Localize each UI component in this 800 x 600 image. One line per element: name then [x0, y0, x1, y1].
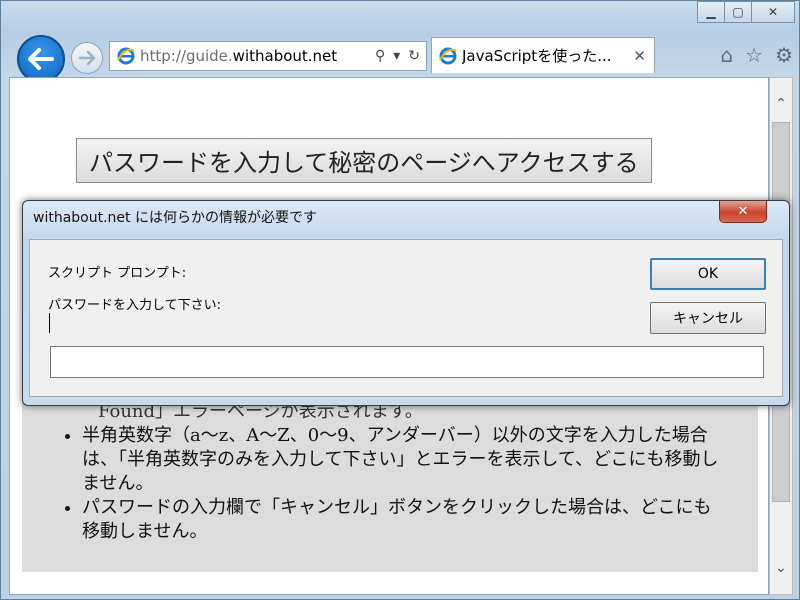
browser-tools: ⌂ ☆ ⚙	[720, 43, 793, 67]
window-close-icon[interactable]: ✕	[751, 1, 795, 23]
dialog-title: withabout.net には何らかの情報が必要です	[33, 210, 317, 226]
ie-logo-icon	[439, 47, 457, 64]
scroll-down-icon[interactable]: ⌄	[770, 554, 792, 582]
list-item: パスワードの入力欄で「キャンセル」ボタンをクリックした場合は、どこにも移動しませ…	[82, 496, 720, 544]
cancel-button[interactable]: キャンセル	[650, 302, 766, 334]
scroll-up-icon[interactable]: ⌃	[770, 90, 792, 118]
text-caret	[49, 313, 50, 333]
password-prompt-label: パスワードを入力して下さい:	[48, 298, 221, 313]
window-caption-buttons: ▁ ▢ ✕	[697, 1, 795, 27]
info-bullets: Found」エラーページが表示されます。 半角英数字（a～z、A～Z、0～9、ア…	[60, 401, 720, 544]
back-button[interactable]	[17, 35, 65, 83]
password-input[interactable]	[50, 346, 764, 378]
tab-title: JavaScriptを使った...	[462, 47, 612, 65]
address-bar[interactable]: http://guide. withabout.net ⚲ ▾ ↻	[109, 41, 427, 71]
star-icon[interactable]: ☆	[745, 43, 763, 67]
list-item: 半角英数字（a～z、A～Z、0～9、アンダーバー）以外の文字を入力した場合は、「…	[82, 424, 720, 496]
back-arrow-icon	[28, 48, 54, 70]
dialog-close-button[interactable]: ✕	[719, 201, 767, 223]
forward-button[interactable]	[71, 42, 103, 74]
gear-icon[interactable]: ⚙	[775, 43, 793, 67]
forward-arrow-icon	[78, 50, 96, 66]
dialog-body: スクリプト プロンプト: パスワードを入力して下さい: OK キャンセル	[29, 239, 783, 397]
refresh-icon[interactable]: ↻	[408, 48, 420, 64]
navigation-bar: http://guide. withabout.net ⚲ ▾ ↻ JavaScr…	[7, 29, 793, 83]
url-prefix: http://guide.	[140, 47, 233, 65]
address-tools: ⚲ ▾ ↻	[375, 48, 420, 64]
ie-logo-icon	[117, 47, 135, 65]
script-prompt-label: スクリプト プロンプト:	[48, 266, 187, 281]
minimize-icon[interactable]: ▁	[697, 1, 725, 23]
ok-button[interactable]: OK	[650, 258, 766, 290]
maximize-icon[interactable]: ▢	[724, 1, 752, 23]
tab-current[interactable]: JavaScriptを使った... ✕	[431, 37, 655, 73]
dropdown-icon[interactable]: ▾	[393, 48, 400, 64]
home-icon[interactable]: ⌂	[720, 43, 733, 67]
bullet-list: 半角英数字（a～z、A～Z、0～9、アンダーバー）以外の文字を入力した場合は、「…	[60, 424, 720, 544]
tab-close-icon[interactable]: ✕	[633, 47, 646, 65]
access-secret-page-button[interactable]: パスワードを入力して秘密のページへアクセスする	[76, 138, 652, 183]
prompt-dialog: withabout.net には何らかの情報が必要です ✕ スクリプト プロンプ…	[22, 200, 790, 406]
search-icon[interactable]: ⚲	[375, 48, 385, 64]
url-host: withabout.net	[232, 47, 338, 65]
